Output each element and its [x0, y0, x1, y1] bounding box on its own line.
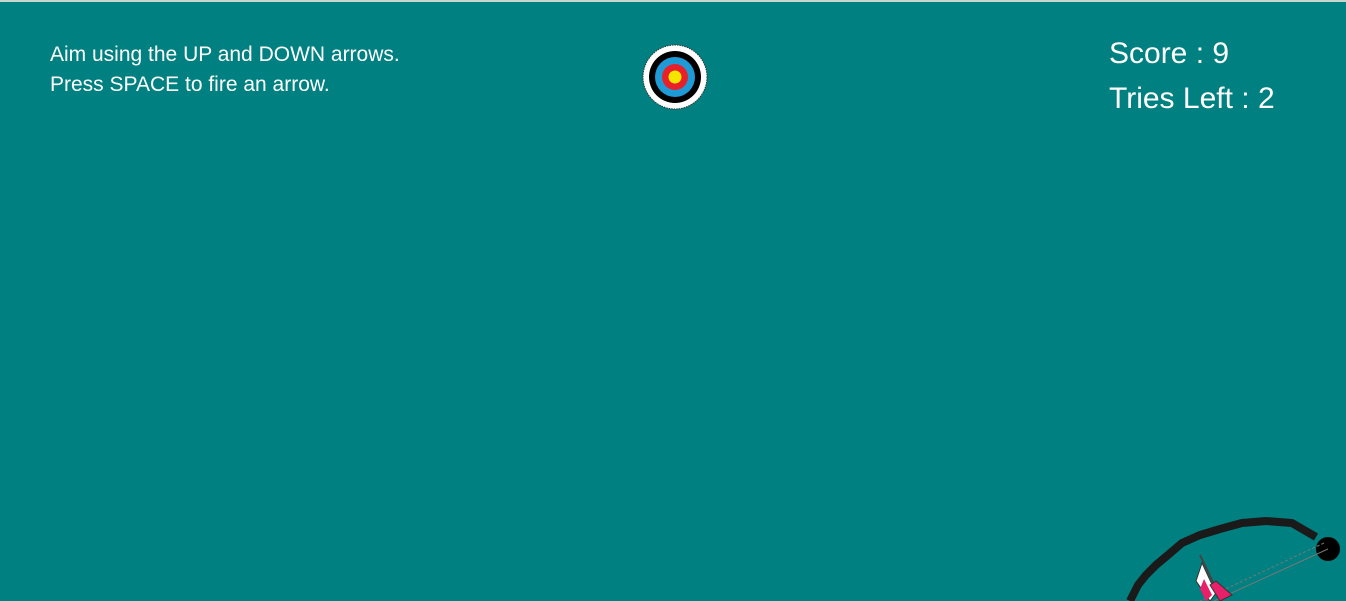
- instruction-fire: Press SPACE to fire an arrow.: [50, 73, 330, 96]
- top-border: [0, 0, 1346, 2]
- score-label: Score: [1109, 37, 1188, 70]
- tries-display: Tries Left : 2: [1109, 82, 1275, 115]
- instruction-aim: Aim using the UP and DOWN arrows.: [50, 43, 400, 66]
- score-value: 9: [1212, 37, 1230, 70]
- score-display: Score : 9: [1109, 37, 1230, 70]
- instructions: Aim using the UP and DOWN arrows. Press …: [50, 40, 400, 100]
- hud: Score : 9 Tries Left : 2: [1109, 31, 1275, 121]
- bow-icon[interactable]: [1120, 515, 1346, 601]
- tries-value: 2: [1257, 82, 1275, 115]
- arrow-icon: [1195, 554, 1233, 601]
- tries-label: Tries Left: [1109, 82, 1233, 115]
- archery-target-icon: [642, 44, 708, 110]
